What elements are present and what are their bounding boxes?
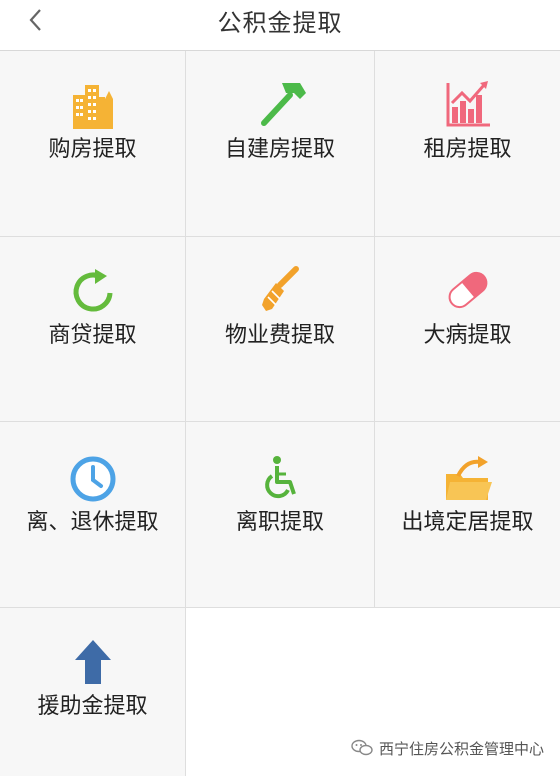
grid-item-label: 租房提取 (423, 137, 512, 162)
grid-item-retirement[interactable]: 离、退休提取 (0, 422, 185, 607)
grid-item-label: 商贷提取 (48, 323, 137, 348)
grid-item-label: 自建房提取 (224, 137, 335, 162)
wechat-icon (351, 739, 373, 756)
grid-item-resignation[interactable]: 离职提取 (186, 422, 374, 607)
grid-item-label: 出境定居提取 (401, 510, 534, 535)
grid-item-label: 离职提取 (235, 510, 324, 535)
grid-divider (185, 51, 186, 776)
grid-divider (374, 51, 375, 607)
grid-item-serious-illness[interactable]: 大病提取 (375, 237, 560, 421)
screwdriver-icon (262, 266, 299, 311)
grid-item-label: 购房提取 (48, 137, 137, 162)
grid-item-rent[interactable]: 租房提取 (375, 51, 560, 236)
watermark-text: 西宁住房公积金管理中心 (378, 739, 544, 758)
grid-divider (0, 421, 560, 422)
grid-divider (0, 236, 560, 237)
header-bar: 公积金提取 (0, 0, 560, 51)
grid-item-assistance-fund[interactable]: 援助金提取 (0, 608, 185, 776)
grid-item-property-fee[interactable]: 物业费提取 (186, 237, 374, 421)
buildings-icon (72, 85, 113, 129)
arrow-up-icon (74, 640, 111, 684)
grid-item-commercial-loan[interactable]: 商贷提取 (0, 237, 185, 421)
grid-item-label: 援助金提取 (37, 694, 148, 719)
watermark: 西宁住房公积金管理中心 (351, 734, 544, 762)
page-title: 公积金提取 (217, 9, 343, 37)
refresh-icon (73, 269, 112, 312)
grid-item-label: 离、退休提取 (26, 510, 159, 535)
grid-item-home-purchase[interactable]: 购房提取 (0, 51, 185, 236)
wheelchair-icon (265, 456, 296, 499)
hammer-icon (261, 83, 306, 126)
grid-item-label: 大病提取 (423, 323, 512, 348)
growth-chart-icon (446, 81, 490, 127)
withdrawal-grid: 购房提取 自建房提取 租房提取 商贷提取 物业费提取 大病提取 离、退休提取 离… (0, 51, 560, 776)
clock-icon (70, 456, 115, 502)
grid-item-self-build[interactable]: 自建房提取 (186, 51, 374, 236)
folder-icon (445, 456, 492, 500)
grid-divider (0, 607, 560, 608)
grid-item-label: 物业费提取 (224, 323, 335, 348)
grid-item-emigration[interactable]: 出境定居提取 (375, 422, 560, 607)
pill-icon (448, 271, 487, 309)
